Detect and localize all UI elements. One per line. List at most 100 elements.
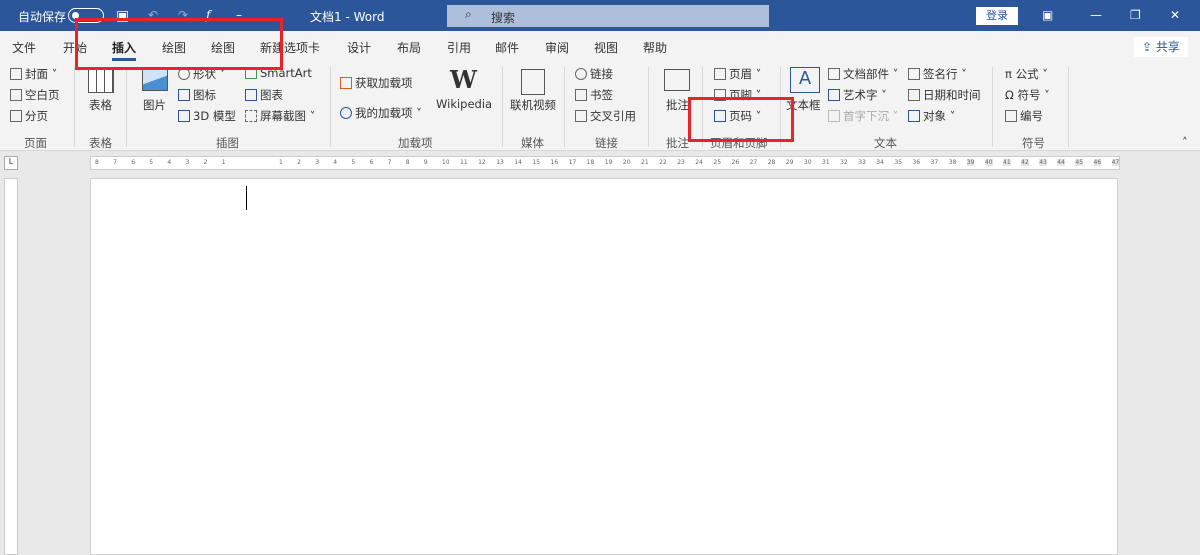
get-addins-button[interactable]: 获取加载项 [340, 75, 413, 91]
ruler-tick-label: 35 [894, 159, 903, 166]
ruler-tick-label: 46 [1093, 159, 1102, 166]
tab-layout[interactable]: 布局 [397, 39, 421, 56]
tab-references[interactable]: 引用 [447, 39, 471, 56]
number-button[interactable]: 编号 [1005, 108, 1043, 124]
ruler-tick-label: 34 [876, 159, 884, 166]
ruler-tick-label: 39 [966, 159, 975, 166]
picture-button[interactable]: 图片 [143, 97, 166, 113]
textbox-icon: A [790, 67, 820, 93]
tab-mailings[interactable]: 邮件 [495, 39, 519, 56]
ruler-tick-label: 23 [677, 159, 685, 166]
equation-button[interactable]: π 公式 ˅ [1005, 66, 1048, 82]
ruler-tick-label: 14 [514, 159, 522, 166]
wordart-button[interactable]: 艺术字 ˅ [828, 87, 887, 103]
ruler-tick-label: 4 [333, 159, 338, 166]
ruler-tick-label: 42 [1021, 159, 1029, 166]
autosave-label: 自动保存 [18, 10, 67, 24]
wikipedia-icon: W [450, 65, 477, 94]
search-placeholder: 搜索 [491, 11, 516, 25]
group-media: 媒体 [521, 136, 544, 150]
symbol-button[interactable]: Ω 符号 ˅ [1005, 87, 1050, 103]
signature-line-button[interactable]: 签名行 ˅ [908, 66, 967, 82]
window-title: 文档1 - Word [310, 10, 385, 24]
ruler-tick-label: 28 [767, 159, 776, 166]
group-pages: 页面 [24, 136, 47, 150]
ruler-tick-label: 29 [785, 159, 794, 166]
cover-page-button[interactable]: 封面 ˅ [10, 66, 57, 82]
link-button[interactable]: 链接 [575, 66, 613, 82]
blank-page-button[interactable]: 空白页 [10, 87, 60, 103]
share-button[interactable]: ⇪ 共享 [1134, 37, 1188, 57]
vertical-ruler[interactable] [4, 178, 18, 555]
quick-parts-button[interactable]: 文档部件 ˅ [828, 66, 898, 82]
group-text: 文本 [874, 136, 897, 150]
online-video-button[interactable]: 联机视频 [510, 97, 556, 113]
page-break-button[interactable]: 分页 [10, 108, 48, 124]
ruler-tick-label: 27 [749, 159, 758, 166]
close-icon[interactable]: ✕ [1170, 8, 1180, 22]
search-input[interactable]: ⌕ 搜索 [447, 5, 769, 27]
object-button[interactable]: 对象 ˅ [908, 108, 955, 124]
ruler-tick-label: 6 [369, 159, 374, 166]
ruler-tick-label: 44 [1057, 159, 1065, 166]
tab-design[interactable]: 设计 [347, 39, 371, 56]
ruler-tick-label: 40 [984, 159, 993, 166]
horizontal-ruler[interactable]: 8 7 6 5 4 3 2 1 1 2 3 4 5 6 7 8 9 10 11 12 13 14 15 16 17 18 19 20 2… [90, 156, 1120, 170]
highlight-box-page-number [688, 97, 794, 142]
minimize-icon[interactable]: — [1090, 8, 1102, 22]
ruler-tick-label: 6 [131, 159, 136, 166]
wikipedia-button[interactable]: Wikipedia [436, 97, 492, 111]
group-addins: 加载项 [398, 136, 433, 150]
ruler-tick-label: 18 [586, 159, 595, 166]
ruler-tick-label: 10 [441, 159, 450, 166]
ruler-tick-label: 36 [912, 159, 921, 166]
ruler-tick-label: 8 [405, 159, 410, 166]
ruler-tick-label: 22 [659, 159, 667, 166]
ruler-tick-label: 8 [95, 159, 99, 166]
comment-icon [664, 69, 690, 91]
tab-selector[interactable]: L [4, 156, 18, 170]
ribbon-display-icon[interactable]: ▣ [1042, 8, 1053, 22]
bookmark-button[interactable]: 书签 [575, 87, 613, 103]
ruler-tick-label: 41 [1003, 159, 1011, 166]
ruler-tick-label: 43 [1039, 159, 1047, 166]
chart-button[interactable]: 图表 [245, 87, 283, 103]
3d-models-button[interactable]: 3D 模型 [178, 108, 236, 124]
ruler-tick-label: 15 [532, 159, 541, 166]
drop-cap-button[interactable]: 首字下沉 ˅ [828, 108, 898, 124]
ruler-tick-label: 19 [604, 159, 613, 166]
ruler-tick-label: 5 [149, 159, 154, 166]
ruler-tick-label: 17 [568, 159, 577, 166]
tab-view[interactable]: 视图 [594, 39, 618, 56]
cross-reference-button[interactable]: 交叉引用 [575, 108, 636, 124]
ruler-tick-label: 3 [185, 159, 190, 166]
ruler-tick-label: 16 [550, 159, 559, 166]
highlight-box-insert-tab [75, 18, 283, 70]
restore-icon[interactable]: ❐ [1130, 8, 1141, 22]
ruler-tick-label: 31 [822, 159, 830, 166]
search-icon: ⌕ [465, 7, 472, 21]
tab-help[interactable]: 帮助 [643, 39, 667, 56]
header-button[interactable]: 页眉 ˅ [714, 66, 761, 82]
ruler-tick-label: 2 [297, 159, 301, 166]
text-cursor [246, 186, 247, 210]
group-comments: 批注 [666, 136, 689, 150]
ruler-tick-label: 30 [803, 159, 812, 166]
tab-review[interactable]: 审阅 [545, 39, 569, 56]
screenshot-button[interactable]: 屏幕截图 ˅ [245, 108, 315, 124]
ruler-tick-label: 11 [460, 159, 468, 166]
ruler-tick-label: 1 [221, 159, 226, 166]
comment-button[interactable]: 批注 [666, 97, 689, 113]
ruler-tick-label: 37 [930, 159, 939, 166]
my-addins-button[interactable]: 我的加载项 ˅ [340, 105, 422, 121]
login-button[interactable]: 登录 [976, 7, 1018, 25]
collapse-ribbon-icon[interactable]: ˄ [1182, 135, 1188, 149]
tab-file[interactable]: 文件 [12, 39, 36, 56]
table-button[interactable]: 表格 [89, 97, 112, 113]
ruler-tick-label: 7 [387, 159, 392, 166]
ruler-tick-label: 4 [167, 159, 172, 166]
document-page[interactable] [90, 178, 1118, 555]
icons-button[interactable]: 图标 [178, 87, 216, 103]
ruler-tick-label: 2 [203, 159, 208, 166]
date-time-button[interactable]: 日期和时间 [908, 87, 981, 103]
